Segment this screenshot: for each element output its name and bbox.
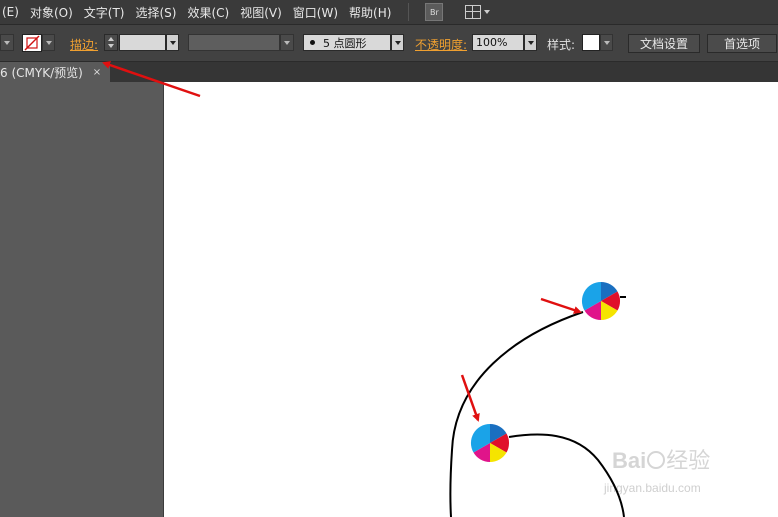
chevron-down-icon: [484, 10, 491, 14]
brush-definition-dropdown[interactable]: [391, 34, 404, 51]
opacity-field[interactable]: 100%: [472, 34, 524, 51]
document-tab-title: 6 (CMYK/预览): [0, 65, 83, 80]
menu-effect[interactable]: 效果(C): [187, 4, 238, 21]
watermark-brand-right: 经验: [666, 448, 711, 473]
opacity-dropdown[interactable]: [524, 34, 537, 51]
menu-view[interactable]: 视图(V): [240, 4, 291, 21]
menu-type[interactable]: 文字(T): [84, 4, 134, 21]
stroke-swatch[interactable]: [22, 34, 42, 52]
menu-help[interactable]: 帮助(H): [349, 4, 400, 21]
menu-bar: (E) 对象(O) 文字(T) 选择(S) 效果(C) 视图(V) 窗口(W) …: [0, 0, 778, 25]
watermark-brand: Bai 经验: [612, 443, 710, 475]
stroke-weight-stepper[interactable]: [104, 34, 118, 51]
preferences-button[interactable]: 首选项: [707, 34, 777, 53]
document-tab-bar: 6 (CMYK/预览) ×: [0, 62, 778, 82]
variable-width-profile[interactable]: [188, 34, 280, 51]
menu-window[interactable]: 窗口(W): [293, 4, 347, 21]
menu-select[interactable]: 选择(S): [135, 4, 185, 21]
brush-dot-icon: [310, 40, 315, 45]
stroke-weight-dropdown[interactable]: [166, 34, 179, 51]
stroke-weight-field[interactable]: [119, 34, 166, 51]
document-tab[interactable]: 6 (CMYK/预览) ×: [0, 62, 110, 82]
opacity-value: 100%: [476, 36, 508, 49]
stroke-swatch-dropdown[interactable]: [42, 34, 55, 51]
arrange-documents-button[interactable]: [465, 5, 491, 19]
menu-object[interactable]: 对象(O): [30, 4, 82, 21]
layout-grid-icon: [465, 5, 482, 19]
paw-icon: [647, 451, 666, 469]
brush-definition-value: 5 点圆形: [323, 36, 367, 50]
watermark-url: jingyan.baidu.com: [604, 481, 701, 495]
profile-dropdown[interactable]: [280, 34, 294, 51]
document-setup-button[interactable]: 文档设置: [628, 34, 700, 53]
opacity-label[interactable]: 不透明度:: [415, 36, 467, 54]
stroke-label[interactable]: 描边:: [70, 36, 98, 54]
watermark-brand-left: Bai: [612, 448, 647, 473]
bridge-button[interactable]: Br: [425, 3, 444, 21]
close-icon[interactable]: ×: [93, 67, 101, 78]
fill-dropdown-arrow[interactable]: [0, 34, 14, 51]
control-bar: 描边: 5 点圆形 不透明度: 100% 样式: 文档设置 首选项: [0, 25, 778, 62]
brush-definition-field[interactable]: 5 点圆形: [303, 34, 391, 51]
graphic-style-dropdown[interactable]: [600, 34, 613, 51]
menu-edit[interactable]: (E): [2, 5, 28, 19]
graphic-style-swatch[interactable]: [582, 34, 600, 51]
style-label: 样式:: [547, 38, 576, 52]
pasteboard-area[interactable]: [0, 82, 164, 517]
menu-separator: [408, 3, 410, 21]
